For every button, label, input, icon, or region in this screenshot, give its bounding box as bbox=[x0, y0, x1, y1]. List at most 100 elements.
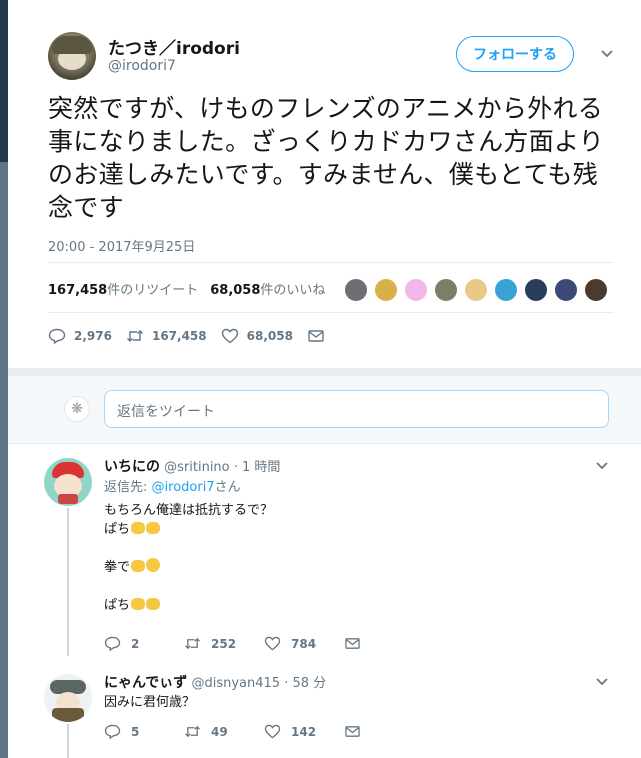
chevron-down-icon[interactable] bbox=[595, 675, 609, 689]
reply-body: 因みに君何歳？ bbox=[104, 693, 195, 712]
reply-tweet[interactable]: いちにの @sritinino · 1 時間 返信先: @irodori7さん … bbox=[8, 444, 641, 656]
reply-line: ぱち bbox=[104, 522, 131, 537]
liker-avatar[interactable] bbox=[584, 278, 608, 302]
reply-count: 5 bbox=[131, 724, 140, 739]
liker-avatar[interactable] bbox=[524, 278, 548, 302]
reply-author-name[interactable]: にゃんでぃず bbox=[104, 675, 187, 691]
like-action[interactable]: 68,058 bbox=[221, 328, 293, 344]
section-separator bbox=[8, 368, 641, 376]
reply-icon bbox=[104, 724, 121, 739]
like-action[interactable]: 142 bbox=[264, 724, 316, 739]
envelope-icon bbox=[308, 330, 324, 342]
reply-line-emoji: 拳で bbox=[104, 558, 273, 577]
reply-count: 2 bbox=[131, 636, 140, 651]
reply-action[interactable]: 2,976 bbox=[48, 328, 112, 344]
author-handle[interactable]: @irodori7 bbox=[108, 58, 176, 74]
retweet-stat[interactable]: 167,458件のリツイート bbox=[48, 279, 198, 298]
reply-icon bbox=[48, 328, 66, 344]
heart-icon bbox=[264, 724, 281, 739]
message-action[interactable] bbox=[344, 636, 371, 651]
thread-line bbox=[67, 508, 69, 656]
divider bbox=[48, 312, 614, 313]
liker-avatars bbox=[344, 278, 614, 302]
chevron-down-icon[interactable] bbox=[600, 47, 614, 61]
message-action[interactable] bbox=[344, 724, 371, 739]
retweet-count: 167,458 bbox=[48, 282, 108, 298]
tweet-panel: たつき／irodori @irodori7 フォローする 突然ですが、けものフレ… bbox=[8, 0, 641, 758]
reply-line-emoji: ぱち bbox=[104, 520, 273, 539]
reply-line: ぱち bbox=[104, 598, 131, 613]
reply-to-prefix: 返信先: bbox=[104, 480, 148, 495]
tweet-text: 突然ですが、けものフレンズのアニメから外れる事になりました。ざっくりカドカワさん… bbox=[48, 94, 605, 222]
author-name[interactable]: たつき／irodori bbox=[108, 34, 240, 59]
follow-button[interactable]: フォローする bbox=[456, 36, 574, 72]
reply-avatar[interactable] bbox=[44, 458, 92, 506]
clap-emoji-icon bbox=[131, 598, 146, 610]
author-avatar[interactable] bbox=[48, 32, 96, 80]
like-count: 68,058 bbox=[210, 282, 261, 298]
reply-tweet[interactable]: にゃんでぃず @disnyan415 · 58 分 因みに君何歳？ 5 49 1… bbox=[8, 660, 641, 758]
reply-avatar[interactable] bbox=[44, 674, 92, 722]
reply-time[interactable]: · 1 時間 bbox=[234, 460, 281, 475]
liker-avatar[interactable] bbox=[494, 278, 518, 302]
reply-to-handle[interactable]: @irodori7 bbox=[152, 480, 215, 495]
retweet-action[interactable]: 49 bbox=[184, 724, 228, 739]
thread-line bbox=[67, 724, 69, 758]
like-count-action: 68,058 bbox=[246, 329, 293, 343]
clap-emoji-icon bbox=[146, 522, 161, 534]
message-action[interactable] bbox=[307, 328, 333, 344]
liker-avatar[interactable] bbox=[344, 278, 368, 302]
retweet-count: 49 bbox=[211, 724, 228, 739]
user-avatar-icon: ❋ bbox=[64, 396, 90, 422]
like-stat[interactable]: 68,058件のいいね bbox=[210, 279, 325, 298]
liker-avatar[interactable] bbox=[374, 278, 398, 302]
retweet-icon bbox=[185, 637, 200, 650]
retweet-action[interactable]: 167,458 bbox=[126, 328, 207, 344]
liker-avatar[interactable] bbox=[554, 278, 578, 302]
reply-input[interactable]: 返信をツイート bbox=[104, 390, 609, 428]
chevron-down-icon[interactable] bbox=[595, 459, 609, 473]
liker-avatar[interactable] bbox=[434, 278, 458, 302]
like-count: 142 bbox=[291, 724, 317, 739]
like-suffix: 件のいいね bbox=[260, 282, 326, 298]
like-count: 784 bbox=[291, 636, 317, 651]
heart-icon bbox=[264, 636, 281, 651]
reply-header: にゃんでぃず @disnyan415 · 58 分 bbox=[104, 672, 326, 692]
reply-action[interactable]: 5 bbox=[104, 724, 139, 739]
reply-line: 因みに君何歳？ bbox=[104, 695, 196, 710]
nerd-face-emoji-icon bbox=[146, 558, 161, 572]
envelope-icon bbox=[345, 726, 360, 737]
clap-emoji-icon bbox=[131, 522, 146, 534]
tweet-actions: 2,976 167,458 68,058 bbox=[48, 326, 347, 346]
reply-body: 返信先: @irodori7さん もちろん俺達は抵抗するで？ ぱち 拳で ぱち bbox=[104, 478, 273, 615]
liker-avatar[interactable] bbox=[404, 278, 428, 302]
reply-composer: ❋ 返信をツイート bbox=[8, 376, 641, 444]
retweet-count-action: 167,458 bbox=[151, 329, 207, 343]
reply-to-line: 返信先: @irodori7さん bbox=[104, 478, 273, 497]
background-sidebar bbox=[0, 0, 8, 758]
retweet-suffix: 件のリツイート bbox=[107, 282, 199, 298]
tweet-timestamp[interactable]: 20:00 - 2017年9月25日 bbox=[48, 236, 195, 255]
reply-author-handle[interactable]: @disnyan415 bbox=[191, 676, 280, 691]
reply-time[interactable]: · 58 分 bbox=[284, 676, 326, 691]
reply-to-suffix: さん bbox=[214, 480, 241, 495]
reply-line: もちろん俺達は抵抗するで？ bbox=[104, 503, 274, 518]
reply-line: 拳で bbox=[104, 560, 131, 575]
reply-line-emoji: ぱち bbox=[104, 596, 273, 615]
tweet-header: たつき／irodori @irodori7 フォローする bbox=[48, 32, 628, 82]
heart-icon bbox=[221, 328, 238, 344]
background-header-block bbox=[0, 0, 8, 162]
retweet-action[interactable]: 252 bbox=[184, 636, 236, 651]
reply-author-handle[interactable]: @sritinino bbox=[164, 460, 229, 475]
reply-count: 2,976 bbox=[74, 329, 112, 343]
reply-action[interactable]: 2 bbox=[104, 636, 139, 651]
liker-avatar[interactable] bbox=[464, 278, 488, 302]
reply-header: いちにの @sritinino · 1 時間 bbox=[104, 456, 280, 476]
clap-emoji-icon bbox=[146, 598, 161, 610]
reply-author-name[interactable]: いちにの bbox=[104, 459, 160, 475]
like-action[interactable]: 784 bbox=[264, 636, 316, 651]
retweet-count: 252 bbox=[211, 636, 237, 651]
fist-emoji-icon bbox=[131, 560, 146, 572]
